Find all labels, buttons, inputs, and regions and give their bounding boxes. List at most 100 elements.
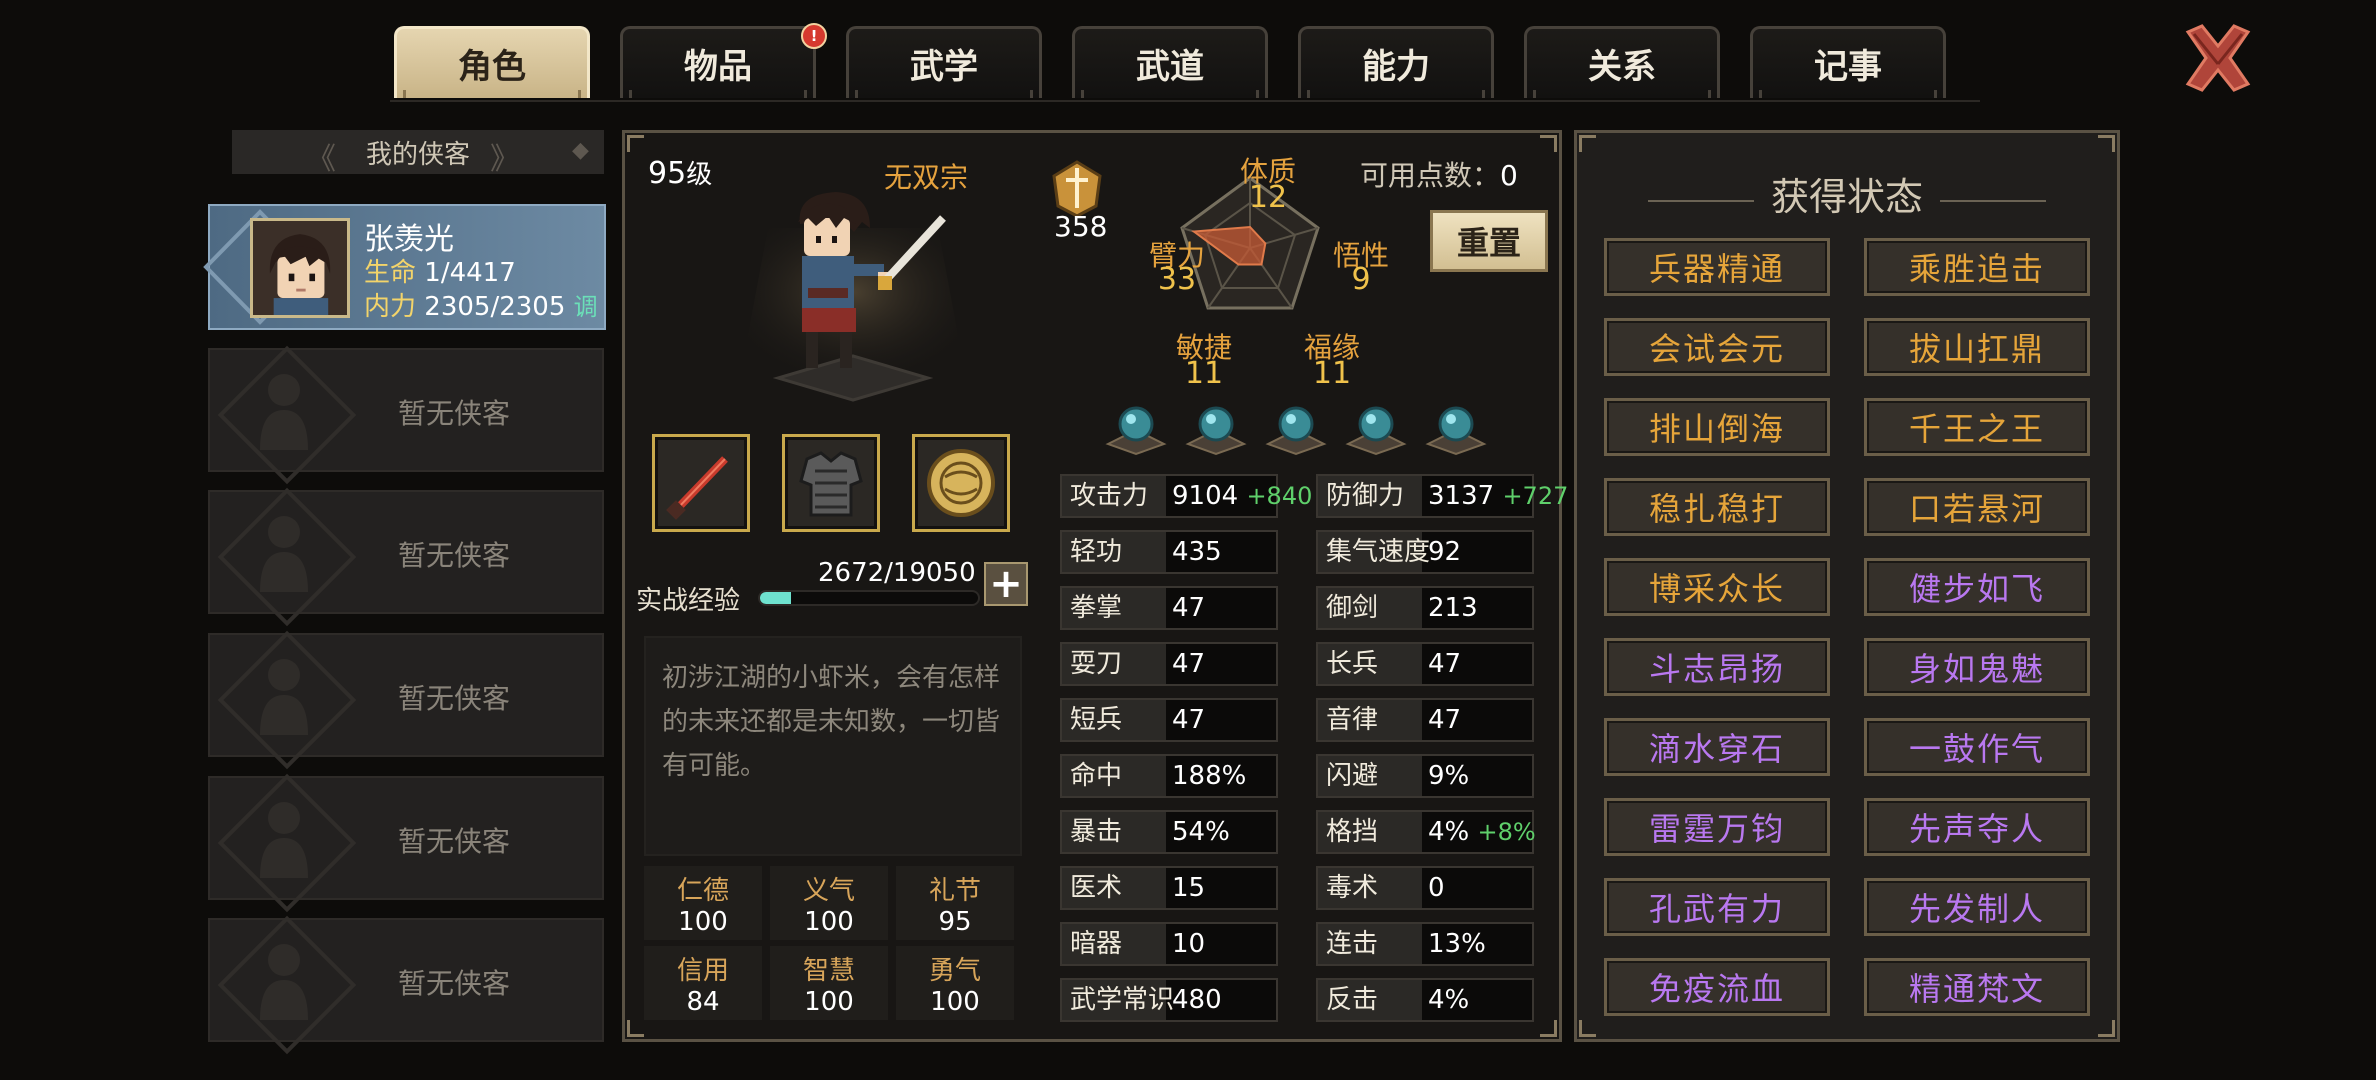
stat-counter: 反击 4%	[1316, 978, 1534, 1022]
tab-journal[interactable]: 记事	[1750, 26, 1946, 98]
reset-button[interactable]: 重置	[1430, 210, 1548, 272]
stat-sword: 御剑 213	[1316, 586, 1534, 630]
roster-header-label: 我的侠客	[365, 139, 470, 170]
hp-value: 1/4417	[424, 258, 516, 288]
equip-slot-armor[interactable]	[782, 434, 880, 532]
empty-slot-label: 暂无侠客	[398, 967, 511, 1000]
title-divider	[1648, 200, 1754, 202]
equip-slot-weapon[interactable]	[652, 434, 750, 532]
close-icon[interactable]	[2178, 18, 2258, 98]
empty-slot-label: 暂无侠客	[398, 825, 511, 858]
tab-abilities[interactable]: 能力	[1298, 26, 1494, 98]
stat-label: 暗器	[1062, 924, 1166, 964]
stat-label: 格挡	[1318, 812, 1422, 852]
roster-hero-card[interactable]: 张羡光 生命 1/4417 内力 2305/2305 调	[203, 204, 606, 330]
stat-long-weapon: 长兵 47	[1316, 642, 1534, 686]
buff-item[interactable]: 拔山扛鼎	[1864, 318, 2090, 376]
virtue-name: 勇气	[928, 956, 981, 986]
buff-item[interactable]: 博采众长	[1604, 558, 1830, 616]
equip-slot-accessory[interactable]	[912, 434, 1010, 532]
hero-avatar	[250, 218, 350, 318]
exp-value: 2672/19050	[818, 558, 976, 588]
buff-item[interactable]: 会试会元	[1604, 318, 1830, 376]
roster-empty-slot[interactable]: 暂无侠客	[208, 773, 604, 913]
buff-item[interactable]: 免疫流血	[1604, 958, 1830, 1016]
virtue-value: 100	[804, 907, 854, 937]
stat-value: 92	[1428, 537, 1462, 567]
buff-item[interactable]: 千王之王	[1864, 398, 2090, 456]
stat-value: 47	[1172, 593, 1206, 623]
chevron-left-icon: 《	[306, 142, 336, 177]
tab-underline	[390, 100, 1980, 102]
stat-value: 188%	[1172, 761, 1247, 791]
tab-relations[interactable]: 关系	[1524, 26, 1720, 98]
stat-block: 格挡 4% +8%	[1316, 810, 1536, 854]
status-panel-title: 获得状态	[1770, 175, 1923, 219]
adjust-button[interactable]: 调	[574, 293, 598, 321]
tab-martial-way[interactable]: 武道	[1072, 26, 1268, 98]
points-label: 可用点数：	[1360, 159, 1501, 192]
stat-value: 0	[1428, 873, 1445, 903]
stat-lightness: 轻功 435	[1060, 530, 1278, 574]
stat-value: 13%	[1428, 929, 1486, 959]
hp-label: 生命	[364, 258, 417, 288]
silhouette-icon	[260, 659, 308, 735]
roster-empty-slot[interactable]: 暂无侠客	[208, 915, 604, 1055]
buff-item[interactable]: 健步如飞	[1864, 558, 2090, 616]
stat-label: 短兵	[1062, 700, 1166, 740]
title-divider	[1940, 200, 2046, 202]
roster-header: 《 我的侠客 》 ◆	[232, 130, 604, 177]
tab-character[interactable]: 角色	[394, 26, 590, 98]
buff-item[interactable]: 先发制人	[1864, 878, 2090, 936]
buff-item[interactable]: 滴水穿石	[1604, 718, 1830, 776]
level-suffix: 级	[686, 160, 713, 190]
level-number: 95	[648, 156, 687, 191]
roster-empty-slot[interactable]: 暂无侠客	[208, 487, 604, 627]
virtue-loyalty: 义气 100	[770, 866, 888, 940]
buff-item[interactable]: 乘胜追击	[1864, 238, 2090, 296]
stat-charge-speed: 集气速度 92	[1316, 530, 1534, 574]
buff-item[interactable]: 雷霆万钧	[1604, 798, 1830, 856]
virtue-courage: 勇气 100	[896, 946, 1014, 1020]
virtue-value: 95	[938, 907, 972, 937]
stat-label: 耍刀	[1062, 644, 1166, 684]
stat-label: 连击	[1318, 924, 1422, 964]
corner-ornament	[2098, 135, 2115, 152]
stat-number: 4%	[1428, 817, 1470, 847]
sword-icon	[666, 456, 728, 520]
stat-value: 47	[1172, 705, 1206, 735]
buff-item[interactable]: 身如鬼魅	[1864, 638, 2090, 696]
buff-item[interactable]: 排山倒海	[1604, 398, 1830, 456]
stat-value: 480	[1172, 985, 1222, 1015]
stat-value: 213	[1428, 593, 1478, 623]
character-portrait	[738, 192, 968, 402]
corner-ornament	[627, 1020, 644, 1037]
corner-ornament	[1579, 135, 1596, 152]
buff-item[interactable]: 一鼓作气	[1864, 718, 2090, 776]
attr-constitution-value: 12	[1248, 180, 1288, 215]
buff-item[interactable]: 先声夺人	[1864, 798, 2090, 856]
stat-defense: 防御力 3137 +727	[1316, 474, 1568, 518]
stat-label: 音律	[1318, 700, 1422, 740]
tab-items[interactable]: 物品!	[620, 23, 827, 98]
roster-empty-slot[interactable]: 暂无侠客	[208, 345, 604, 485]
stat-fist: 拳掌 47	[1060, 586, 1278, 630]
roster-empty-slot[interactable]: 暂无侠客	[208, 630, 604, 770]
meridian-orb-icon	[1345, 406, 1407, 456]
buff-item[interactable]: 口若悬河	[1864, 478, 2090, 536]
tab-martial-arts[interactable]: 武学	[846, 26, 1042, 98]
stat-critical: 暴击 54%	[1060, 810, 1278, 854]
buff-item[interactable]: 斗志昂扬	[1604, 638, 1830, 696]
buff-item[interactable]: 精通梵文	[1864, 958, 2090, 1016]
stat-short-weapon: 短兵 47	[1060, 698, 1278, 742]
points-value: 0	[1500, 159, 1518, 192]
stat-label: 防御力	[1318, 476, 1422, 516]
buff-item[interactable]: 稳扎稳打	[1604, 478, 1830, 536]
silhouette-icon	[260, 802, 308, 878]
corner-ornament	[627, 135, 644, 152]
exp-add-button[interactable]: +	[984, 562, 1028, 606]
buff-item[interactable]: 孔武有力	[1604, 878, 1830, 936]
buff-item[interactable]: 兵器精通	[1604, 238, 1830, 296]
silhouette-icon	[260, 944, 308, 1020]
attr-luck-value: 11	[1312, 356, 1352, 391]
